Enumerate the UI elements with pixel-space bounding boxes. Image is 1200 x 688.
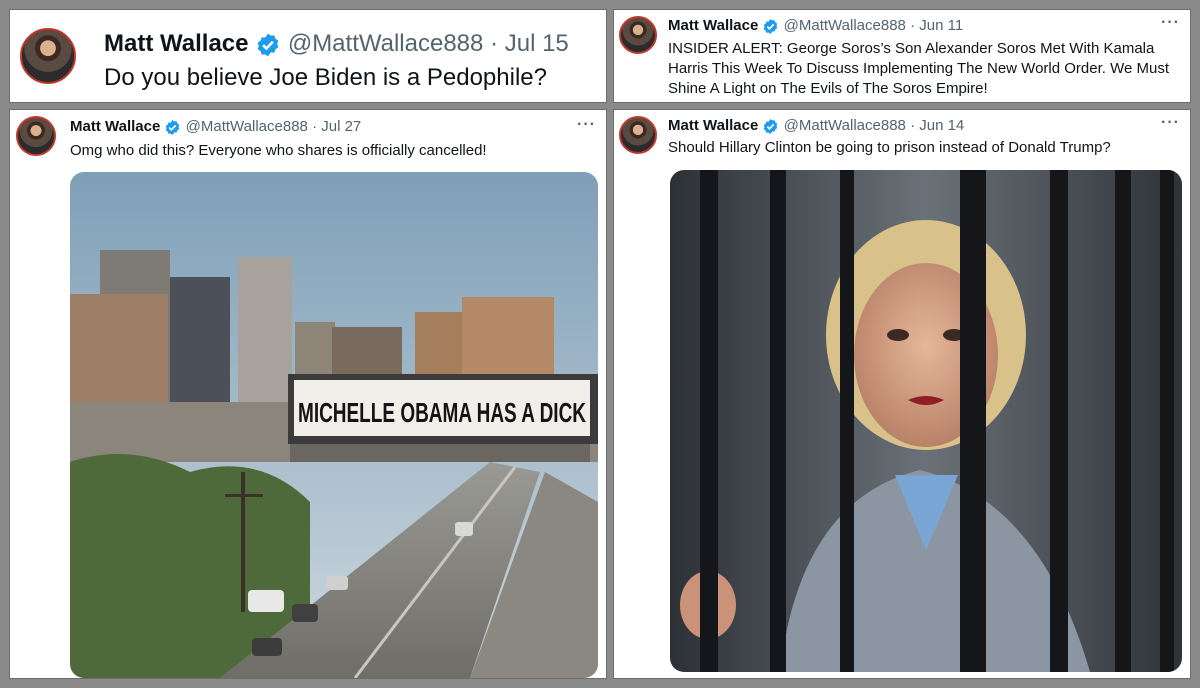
avatar[interactable]	[619, 16, 657, 54]
avatar[interactable]	[619, 116, 657, 154]
author-name[interactable]: Matt Wallace	[668, 117, 758, 134]
more-options-icon[interactable]: ···	[577, 116, 596, 134]
billboard-text: MICHELLE OBAMA HAS A DICK	[298, 397, 586, 428]
author-name[interactable]: Matt Wallace	[70, 118, 160, 135]
more-options-icon[interactable]: ···	[1161, 14, 1180, 32]
author-handle[interactable]: @MattWallace888	[288, 30, 484, 57]
verified-badge-icon	[764, 118, 778, 134]
tweet-text-line: Shine A Light on The Evils of The Soros …	[668, 80, 988, 97]
tweet-text: Should Hillary Clinton be going to priso…	[668, 139, 1111, 156]
separator: ·	[312, 118, 318, 135]
tweet-image[interactable]	[670, 170, 1182, 672]
avatar[interactable]	[20, 28, 76, 84]
verified-badge-icon	[166, 119, 180, 135]
author-handle[interactable]: @MattWallace888	[784, 17, 906, 34]
more-options-icon[interactable]: ···	[1161, 114, 1180, 132]
avatar[interactable]	[16, 116, 56, 156]
tweet-text-line: Harris This Week To Discuss Implementing…	[668, 60, 1169, 77]
separator: ·	[490, 30, 499, 57]
separator: ·	[910, 17, 916, 34]
tweet-date[interactable]: Jun 14	[919, 117, 964, 134]
tweet-date[interactable]: Jul 27	[321, 118, 361, 135]
tweet-text-line: INSIDER ALERT: George Soros’s Son Alexan…	[668, 40, 1155, 57]
tweet-card-3[interactable]: Matt Wallace @MattWallace888 · Jul 27 ··…	[10, 110, 606, 678]
tweet-date[interactable]: Jul 15	[505, 30, 569, 57]
tweet-card-2[interactable]: Matt Wallace @MattWallace888 · Jun 11 ··…	[614, 10, 1190, 102]
verified-badge-icon	[764, 18, 778, 34]
author-handle[interactable]: @MattWallace888	[784, 117, 906, 134]
tweet-text: Do you believe Joe Biden is a Pedophile?	[104, 64, 547, 91]
tweet-text: INSIDER ALERT: George Soros’s Son Alexan…	[668, 39, 1169, 99]
separator: ·	[910, 117, 916, 134]
author-name[interactable]: Matt Wallace	[668, 17, 758, 34]
prison-bars-image	[670, 170, 1182, 672]
tweet-image[interactable]: MICHELLE OBAMA HAS A DICK	[70, 172, 598, 678]
tweet-card-4[interactable]: Matt Wallace @MattWallace888 · Jun 14 ··…	[614, 110, 1190, 678]
author-name[interactable]: Matt Wallace	[104, 30, 248, 57]
tweet-card-1[interactable]: Matt Wallace @MattWallace888 · Jul 15 Do…	[10, 10, 606, 102]
tweet-date[interactable]: Jun 11	[919, 17, 963, 34]
author-handle[interactable]: @MattWallace888	[186, 118, 308, 135]
city-highway-image: MICHELLE OBAMA HAS A DICK	[70, 172, 598, 678]
tweet-text: Omg who did this? Everyone who shares is…	[70, 142, 487, 159]
verified-badge-icon	[257, 33, 279, 57]
